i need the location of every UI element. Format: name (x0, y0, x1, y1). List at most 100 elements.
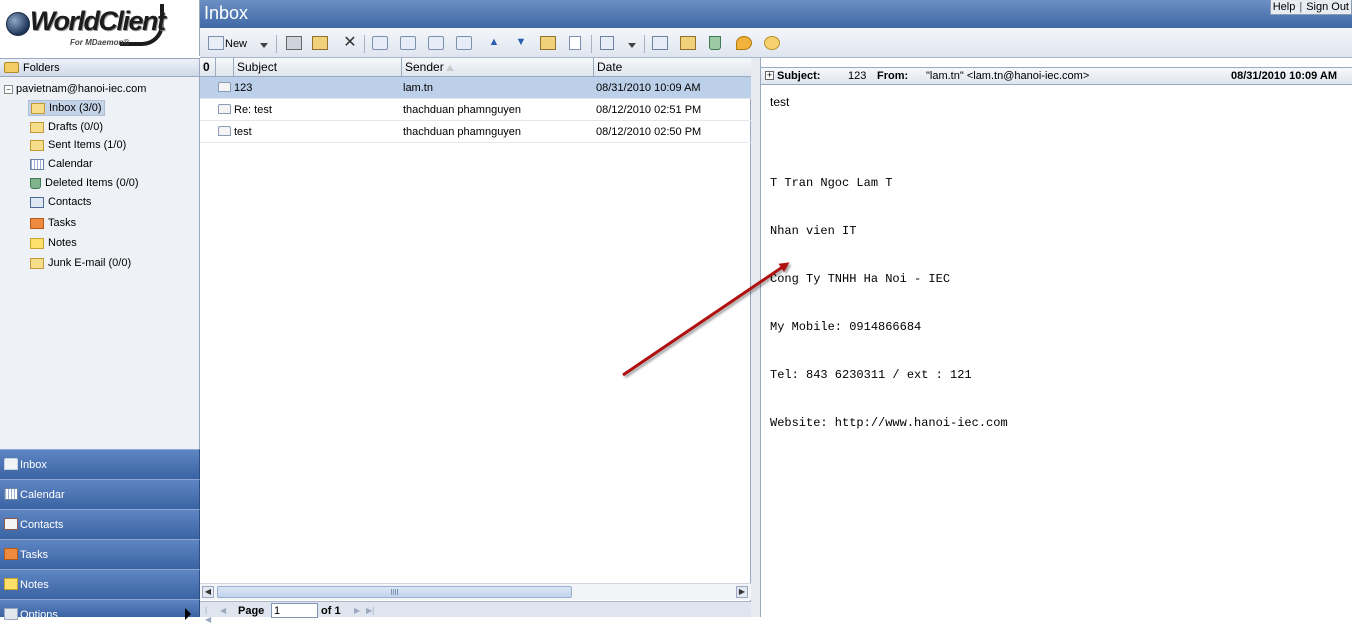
envelope-icon (31, 102, 45, 114)
nav-options-button[interactable]: Options (0, 599, 200, 621)
calendar-icon (30, 158, 44, 170)
folder-label: Tasks (48, 217, 77, 229)
bounce-icon[interactable] (456, 36, 472, 50)
signature-line[interactable]: Website: http://www.hanoi-iec.com (770, 415, 1008, 431)
nav-label: Inbox (20, 459, 47, 471)
calendar-icon (4, 488, 18, 500)
new-dropdown-chevron-icon[interactable] (260, 43, 268, 48)
folder-label: Sent Items (1/0) (48, 139, 127, 151)
nav-notes-button[interactable]: Notes (0, 569, 200, 599)
options-icon (4, 608, 18, 620)
page-title: Inbox (204, 3, 249, 23)
preview-pane: + Subject: 123 From: "lam.tn" <lam.tn@ha… (761, 58, 1352, 617)
forward-icon[interactable] (428, 36, 444, 50)
view-source-icon[interactable] (569, 36, 581, 50)
empty-trash-icon[interactable] (709, 36, 721, 50)
sender-column-header[interactable]: Sender (402, 58, 594, 76)
search-icon[interactable] (680, 36, 696, 50)
account-label[interactable]: pavietnam@hanoi-iec.com (16, 83, 146, 95)
nav-tasks-button[interactable]: Tasks (0, 539, 200, 569)
scroll-left-icon[interactable]: ◀ (202, 586, 214, 598)
nav-label: Options (20, 609, 58, 621)
grip-icon (391, 589, 399, 595)
folder-tasks[interactable]: Tasks (28, 215, 78, 231)
print-icon[interactable] (286, 36, 302, 50)
toolbar-divider (591, 35, 592, 53)
message-row[interactable]: 123 lam.tn 08/31/2010 10:09 AM (200, 77, 751, 99)
scroll-right-icon[interactable]: ▶ (736, 586, 748, 598)
nav-calendar-button[interactable]: Calendar (0, 479, 200, 509)
paperclip-icon: 0 (203, 60, 210, 74)
new-button-label[interactable]: New (225, 38, 247, 50)
mark-read-icon[interactable] (540, 36, 556, 50)
toolbar-divider (644, 35, 645, 53)
expand-arrow-icon[interactable] (185, 608, 191, 620)
folder-label: Notes (48, 237, 77, 249)
delete-icon[interactable]: ✕ (342, 35, 358, 51)
layout-icon[interactable] (600, 36, 614, 50)
previous-page-icon[interactable]: ◀ (220, 606, 228, 615)
folder-calendar[interactable]: Calendar (28, 156, 95, 172)
pane-splitter[interactable] (751, 58, 761, 617)
first-page-icon[interactable]: |◀ (205, 606, 213, 624)
folder-sent-items[interactable]: Sent Items (1/0) (28, 137, 128, 153)
junk-icon[interactable] (736, 36, 752, 50)
envelope-icon (30, 121, 44, 133)
folder-label: Drafts (0/0) (48, 121, 104, 133)
nav-label: Calendar (20, 489, 65, 501)
folder-junk-email[interactable]: Junk E-mail (0/0) (28, 255, 133, 271)
expand-header-icon[interactable]: + (765, 71, 774, 80)
folder-label: Calendar (48, 158, 93, 170)
signature-line: My Mobile: 0914866684 (770, 320, 922, 334)
account-node[interactable]: − pavietnam@hanoi-iec.com (4, 83, 146, 95)
collapse-icon[interactable]: − (4, 84, 13, 94)
sign-out-link[interactable]: Sign Out (1306, 1, 1349, 13)
move-icon[interactable] (312, 36, 328, 50)
folders-icon (4, 62, 19, 73)
help-link[interactable]: Help (1273, 1, 1296, 13)
message-row[interactable]: test thachduan phamnguyen 08/12/2010 02:… (200, 121, 751, 143)
layout-dropdown-chevron-icon[interactable] (628, 43, 636, 48)
preview-from: "lam.tn" <lam.tn@hanoi-iec.com> (926, 70, 1090, 82)
folder-inbox[interactable]: Inbox (3/0) (28, 100, 105, 116)
logo-brand: WorldClient (30, 6, 166, 36)
not-junk-icon[interactable] (764, 36, 780, 50)
folder-notes[interactable]: Notes (28, 235, 79, 251)
message-sender: lam.tn (403, 82, 433, 94)
notes-icon (30, 237, 44, 249)
subject-column-header[interactable]: Subject (234, 58, 402, 76)
globe-icon (6, 12, 30, 36)
nav-label: Tasks (20, 549, 49, 561)
signature-line: T Tran Ngoc Lam T (770, 176, 893, 190)
attachment-column-header[interactable]: 0 (200, 58, 216, 76)
reply-all-icon[interactable] (400, 36, 416, 50)
previous-message-icon[interactable]: ▲ (486, 36, 502, 50)
message-row[interactable]: Re: test thachduan phamnguyen 08/12/2010… (200, 99, 751, 121)
new-message-icon[interactable] (208, 36, 224, 50)
folder-label: Junk E-mail (0/0) (48, 257, 132, 269)
envelope-icon (30, 257, 44, 269)
folder-drafts[interactable]: Drafts (0/0) (28, 119, 105, 135)
horizontal-scrollbar[interactable]: ◀ ▶ (200, 583, 751, 600)
page-number-input[interactable] (271, 603, 318, 618)
nav-contacts-button[interactable]: Contacts (0, 509, 200, 539)
column-label: Subject (237, 60, 278, 74)
reply-icon[interactable] (372, 36, 388, 50)
signature-line: Tel: 843 6230311 / ext : 121 (770, 368, 972, 382)
preview-header: + Subject: 123 From: "lam.tn" <lam.tn@ha… (761, 67, 1352, 85)
folder-deleted-items[interactable]: Deleted Items (0/0) (28, 175, 141, 191)
next-page-icon[interactable]: ▶ (354, 606, 362, 615)
scrollbar-thumb[interactable] (217, 586, 572, 598)
toolbar-divider (364, 35, 365, 53)
title-bar: Inbox Help | Sign Out (200, 0, 1352, 28)
toolbar: New ✕ ▲ ▼ (200, 28, 1352, 58)
next-message-icon[interactable]: ▼ (513, 36, 529, 50)
nav-inbox-button[interactable]: Inbox (0, 449, 200, 479)
contacts-icon (4, 518, 18, 530)
print-preview-icon[interactable] (652, 36, 668, 50)
date-column-header[interactable]: Date (594, 58, 751, 76)
folder-contacts[interactable]: Contacts (28, 194, 93, 210)
last-page-icon[interactable]: ▶| (366, 606, 374, 615)
preview-subject: 123 (848, 70, 867, 82)
icon-column-header[interactable] (216, 58, 234, 76)
